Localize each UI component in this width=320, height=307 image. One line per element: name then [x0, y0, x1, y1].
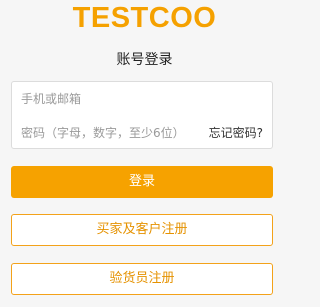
- password-field: 忘记密码?: [12, 116, 272, 150]
- phone-or-email-input[interactable]: [21, 91, 261, 107]
- brand-logo: TESTCOO: [72, 2, 217, 34]
- login-button[interactable]: 登录: [11, 166, 273, 198]
- inspector-register-button[interactable]: 验货员注册: [11, 263, 273, 295]
- login-form: 忘记密码?: [11, 81, 273, 149]
- phone-field: [12, 82, 272, 116]
- login-page: TESTCOO 账号登录 忘记密码? 登录 买家及客户注册 验货员注册: [0, 0, 289, 307]
- password-input[interactable]: [21, 125, 201, 141]
- buyer-register-button[interactable]: 买家及客户注册: [11, 214, 273, 246]
- page-title: 账号登录: [116, 52, 173, 68]
- forgot-password-link[interactable]: 忘记密码?: [209, 125, 263, 141]
